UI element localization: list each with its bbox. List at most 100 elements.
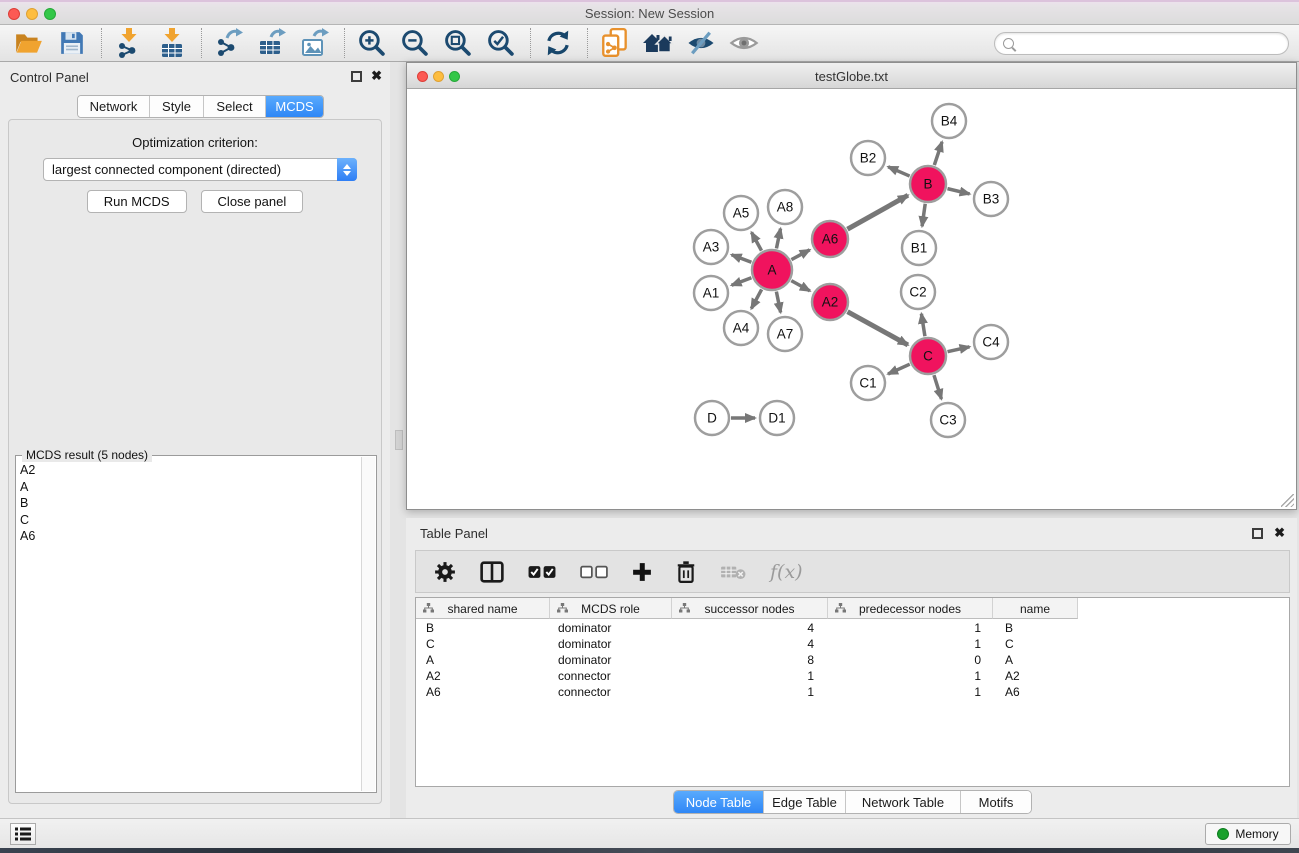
graph-node-A[interactable]: A xyxy=(752,250,792,290)
split-divider-grip[interactable] xyxy=(395,430,403,450)
column-header-shared-name[interactable]: shared name xyxy=(416,598,550,619)
graph-node-A2[interactable]: A2 xyxy=(812,284,848,320)
eye-hide-icon[interactable] xyxy=(685,28,717,58)
graph-node-A7[interactable]: A7 xyxy=(768,317,802,351)
tab-select[interactable]: Select xyxy=(204,96,266,117)
graph-edge-C-C4[interactable] xyxy=(948,347,970,352)
table-cell[interactable]: C xyxy=(993,636,1078,652)
table-cell[interactable]: A2 xyxy=(416,668,550,684)
table-cell[interactable]: A6 xyxy=(993,684,1078,700)
table-cell[interactable]: 1 xyxy=(828,620,993,636)
search-input[interactable] xyxy=(1014,37,1288,51)
tab-network-table[interactable]: Network Table xyxy=(846,791,961,813)
memory-button[interactable]: Memory xyxy=(1205,823,1291,845)
delete-column-icon[interactable] xyxy=(676,559,696,585)
close-panel-button[interactable]: Close panel xyxy=(201,190,304,213)
gear-icon[interactable] xyxy=(434,559,456,585)
home-icon[interactable] xyxy=(642,28,674,58)
network-canvas[interactable]: B4B2BB3A5A8A6B1A3AA1C2A2A4A7C4CC1C3DD1 xyxy=(407,89,1296,509)
table-cell[interactable]: 1 xyxy=(672,668,828,684)
table-row[interactable]: A6connector11A6 xyxy=(416,684,1290,700)
table-row[interactable]: Bdominator41B xyxy=(416,620,1290,636)
table-cell[interactable]: C xyxy=(416,636,550,652)
graph-node-A4[interactable]: A4 xyxy=(724,311,758,345)
table-cell[interactable]: dominator xyxy=(550,652,672,668)
table-cell[interactable]: 4 xyxy=(672,620,828,636)
export-table-icon[interactable] xyxy=(256,28,288,58)
graph-node-A3[interactable]: A3 xyxy=(694,230,728,264)
table-cell[interactable]: 4 xyxy=(672,636,828,652)
add-column-icon[interactable] xyxy=(632,559,652,585)
table-cell[interactable]: 8 xyxy=(672,652,828,668)
table-cell[interactable]: dominator xyxy=(550,636,672,652)
tab-node-table[interactable]: Node Table xyxy=(674,791,764,813)
deselect-all-checkboxes-icon[interactable] xyxy=(580,559,608,585)
window-resize-grip[interactable] xyxy=(1281,494,1294,507)
run-mcds-button[interactable]: Run MCDS xyxy=(87,190,187,213)
network-window-titlebar[interactable]: testGlobe.txt xyxy=(407,63,1296,89)
zoom-selected-icon[interactable] xyxy=(485,28,517,58)
float-panel-icon[interactable] xyxy=(351,71,362,82)
graph-node-A8[interactable]: A8 xyxy=(768,190,802,224)
table-cell[interactable]: A2 xyxy=(993,668,1078,684)
import-table-icon[interactable] xyxy=(156,28,188,58)
graph-edge-A2-C[interactable] xyxy=(848,312,908,345)
graph-node-B3[interactable]: B3 xyxy=(974,182,1008,216)
mcds-result-item[interactable]: A2 xyxy=(20,462,358,479)
open-folder-icon[interactable] xyxy=(13,28,45,58)
table-cell[interactable]: B xyxy=(416,620,550,636)
graph-node-B1[interactable]: B1 xyxy=(902,231,936,265)
column-header-predecessor-nodes[interactable]: predecessor nodes xyxy=(828,598,993,619)
copy-network-icon[interactable] xyxy=(599,28,631,58)
graph-node-A5[interactable]: A5 xyxy=(724,196,758,230)
graph-edge-A-A3[interactable] xyxy=(732,255,752,262)
column-header-successor-nodes[interactable]: successor nodes xyxy=(672,598,828,619)
table-cell[interactable]: 1 xyxy=(828,636,993,652)
column-header-name[interactable]: name xyxy=(993,598,1078,619)
table-row[interactable]: Cdominator41C xyxy=(416,636,1290,652)
graph-edge-B-B4[interactable] xyxy=(934,142,942,165)
table-cell[interactable]: 1 xyxy=(828,684,993,700)
close-panel-icon[interactable]: ✖ xyxy=(371,68,382,83)
delete-table-icon[interactable] xyxy=(720,559,746,585)
graph-edge-B-B3[interactable] xyxy=(947,189,969,194)
table-row[interactable]: Adominator80A xyxy=(416,652,1290,668)
table-cell[interactable]: connector xyxy=(550,684,672,700)
graph-edge-B-B1[interactable] xyxy=(922,204,925,226)
graph-edge-C-C1[interactable] xyxy=(888,364,910,374)
table-cell[interactable]: A xyxy=(416,652,550,668)
tab-edge-table[interactable]: Edge Table xyxy=(764,791,846,813)
task-history-button[interactable] xyxy=(10,823,36,845)
table-cell[interactable]: dominator xyxy=(550,620,672,636)
graph-node-A1[interactable]: A1 xyxy=(694,276,728,310)
graph-edge-A-A1[interactable] xyxy=(732,278,752,285)
graph-node-C3[interactable]: C3 xyxy=(931,403,965,437)
mcds-result-item[interactable]: B xyxy=(20,495,358,512)
close-table-panel-icon[interactable]: ✖ xyxy=(1274,525,1285,540)
graph-node-A6[interactable]: A6 xyxy=(812,221,848,257)
zoom-in-icon[interactable] xyxy=(356,28,388,58)
tab-motifs[interactable]: Motifs xyxy=(961,791,1031,813)
optimization-criterion-dropdown[interactable]: largest connected component (directed) xyxy=(43,158,357,181)
graph-node-D1[interactable]: D1 xyxy=(760,401,794,435)
table-cell[interactable]: connector xyxy=(550,668,672,684)
graph-node-B4[interactable]: B4 xyxy=(932,104,966,138)
graph-node-C2[interactable]: C2 xyxy=(901,275,935,309)
graph-edge-B-B2[interactable] xyxy=(888,167,909,176)
table-cell[interactable]: 1 xyxy=(828,668,993,684)
graph-edge-A6-B[interactable] xyxy=(847,195,908,229)
column-header-MCDS-role[interactable]: MCDS role xyxy=(550,598,672,619)
table-cell[interactable]: 1 xyxy=(672,684,828,700)
graph-edge-C-C2[interactable] xyxy=(921,314,925,337)
graph-edge-A-A2[interactable] xyxy=(791,281,810,291)
tab-style[interactable]: Style xyxy=(150,96,204,117)
zoom-out-icon[interactable] xyxy=(399,28,431,58)
select-all-checkboxes-icon[interactable] xyxy=(528,559,556,585)
graph-edge-A-A6[interactable] xyxy=(791,250,809,260)
search-box[interactable] xyxy=(994,32,1289,55)
zoom-fit-icon[interactable] xyxy=(442,28,474,58)
eye-show-icon[interactable] xyxy=(728,28,760,58)
graph-edge-A-A7[interactable] xyxy=(776,292,780,313)
export-network-icon[interactable] xyxy=(213,28,245,58)
graph-edge-A-A4[interactable] xyxy=(751,289,761,308)
